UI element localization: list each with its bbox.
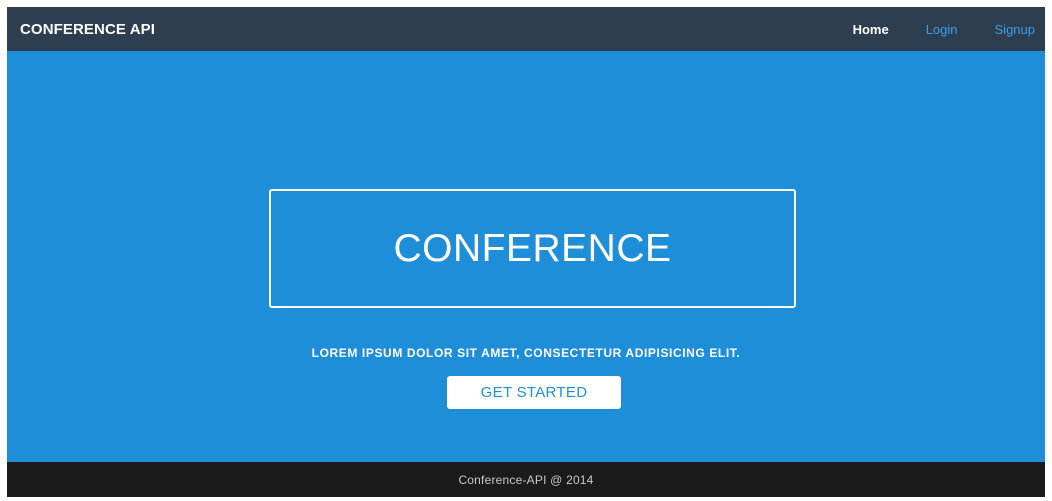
hero-tagline: LOREM IPSUM DOLOR SIT AMET, CONSECTETUR … [311, 346, 741, 360]
top-navbar: CONFERENCE API Home Login Signup [7, 7, 1045, 51]
hero-section: CONFERENCE LOREM IPSUM DOLOR SIT AMET, C… [7, 51, 1045, 462]
page-footer: Conference-API @ 2014 [7, 462, 1045, 497]
footer-copyright: Conference-API @ 2014 [458, 472, 594, 487]
brand-link[interactable]: CONFERENCE API [20, 21, 155, 38]
hero-title-box: CONFERENCE [269, 189, 796, 308]
get-started-button[interactable]: GET STARTED [447, 376, 621, 409]
nav-links: Home Login Signup [816, 22, 1035, 37]
hero-title: CONFERENCE [393, 226, 672, 270]
nav-link-signup[interactable]: Signup [995, 22, 1035, 37]
browser-viewport: CONFERENCE API Home Login Signup CONFERE… [7, 7, 1045, 497]
nav-link-login[interactable]: Login [926, 22, 958, 37]
nav-link-home[interactable]: Home [853, 22, 889, 37]
